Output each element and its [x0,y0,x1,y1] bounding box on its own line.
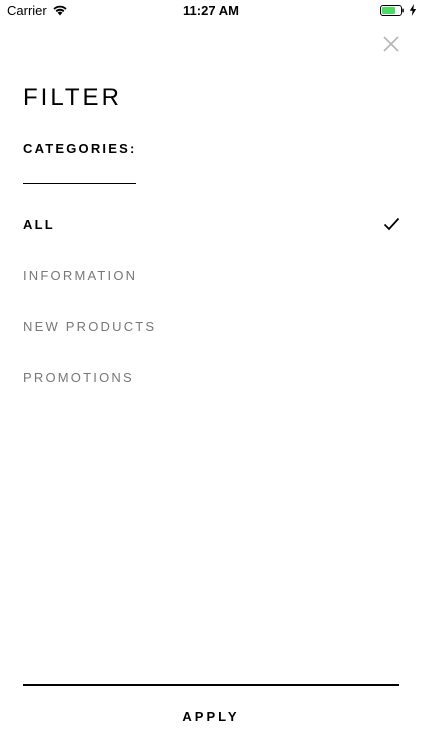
category-label: ALL [23,217,55,232]
close-icon [383,36,399,52]
checkmark-icon [383,217,400,231]
category-item-all[interactable]: ALL [0,204,422,255]
apply-divider [23,684,399,686]
status-time: 11:27 AM [183,3,239,18]
apply-button[interactable]: APPLY [23,694,399,740]
category-list: ALL INFORMATION NEW PRODUCTS PROMOTIONS [0,204,422,408]
category-label: INFORMATION [23,268,138,283]
category-item-new-products[interactable]: NEW PRODUCTS [0,306,422,357]
battery-icon [380,5,404,16]
close-button[interactable] [381,34,401,54]
charging-bolt-icon [409,4,417,16]
page-title: FILTER [23,84,122,111]
categories-heading: CATEGORIES: [23,141,137,156]
category-label: NEW PRODUCTS [23,319,157,334]
categories-underline [23,183,136,184]
status-bar: Carrier 11:27 AM [0,0,422,22]
category-label: PROMOTIONS [23,370,134,385]
category-item-promotions[interactable]: PROMOTIONS [0,357,422,408]
category-item-information[interactable]: INFORMATION [0,255,422,306]
